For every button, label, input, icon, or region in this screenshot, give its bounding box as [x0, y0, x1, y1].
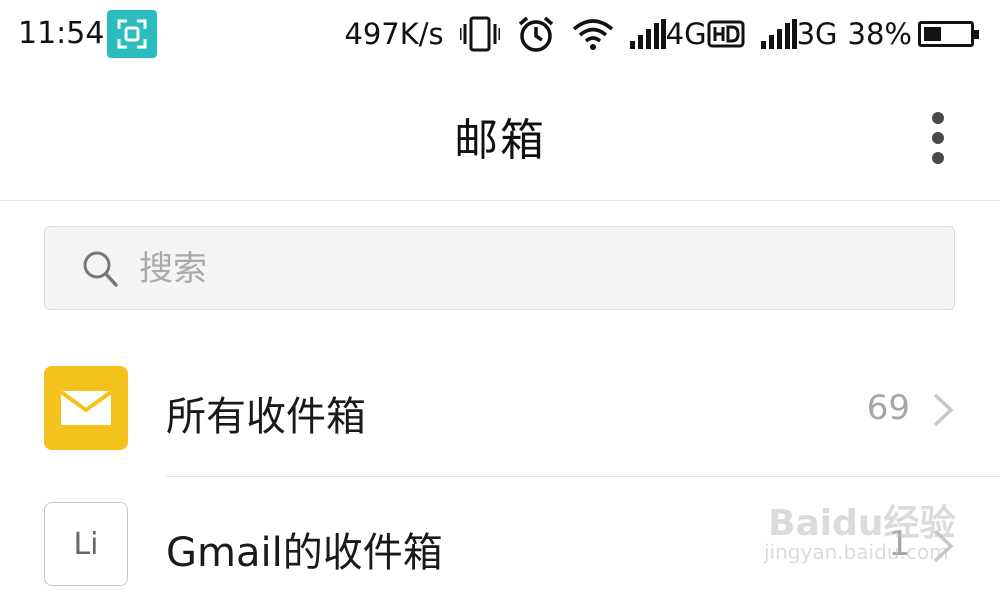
more-options-button[interactable] [918, 108, 958, 168]
signal-icon [760, 19, 797, 49]
battery-level [924, 27, 941, 41]
avatar: Li [44, 502, 128, 586]
vibrate-icon [459, 16, 500, 52]
list-item-gmail-inbox[interactable]: Li Gmail的收件箱 1 [0, 478, 1000, 614]
network-type-1: 4G [665, 17, 707, 51]
mailbox-label: 所有收件箱 [166, 394, 366, 440]
envelope-icon [44, 366, 128, 450]
network-type-2: 3G [796, 17, 838, 51]
unread-count: 69 [866, 388, 910, 428]
battery-icon [918, 21, 979, 47]
alarm-icon [516, 14, 556, 54]
status-indicators: 497K/s 4G 3G 38% [344, 12, 979, 56]
battery-percent: 38% [847, 17, 912, 51]
chevron-right-icon [930, 528, 956, 568]
search-icon [81, 249, 119, 293]
search-input[interactable] [139, 241, 919, 297]
divider [166, 476, 1000, 477]
status-time: 11:54 [18, 16, 105, 51]
signal-icon [629, 19, 666, 49]
unread-count: 1 [888, 524, 910, 564]
screenshot-icon [107, 10, 157, 58]
wifi-icon [572, 17, 614, 51]
hd-badge-icon [707, 20, 745, 48]
more-vertical-icon [932, 112, 944, 124]
app-bar: 邮箱 [0, 74, 1000, 201]
chevron-right-icon [930, 392, 956, 432]
status-bar: 11:54 497K/s 4G 3G 38% [0, 0, 1000, 74]
list-item-all-inboxes[interactable]: 所有收件箱 69 [0, 342, 1000, 478]
page-title: 邮箱 [454, 115, 546, 166]
mailbox-label: Gmail的收件箱 [166, 530, 443, 576]
search-box[interactable] [44, 226, 955, 310]
net-speed: 497K/s [344, 17, 444, 51]
